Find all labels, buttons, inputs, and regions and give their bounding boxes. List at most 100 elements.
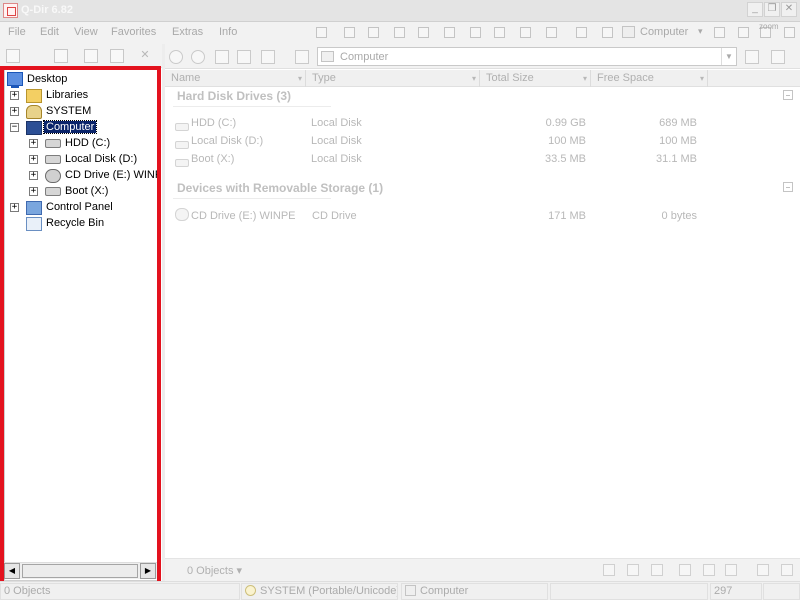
- status-location: Computer: [401, 583, 548, 600]
- menu-extras[interactable]: Extras: [172, 26, 203, 38]
- copy-icon[interactable]: [703, 564, 715, 576]
- column-name[interactable]: Name ▾: [165, 70, 306, 87]
- minimize-button[interactable]: _: [747, 2, 763, 17]
- restore-button[interactable]: ❐: [764, 2, 780, 17]
- desktop-icon: [7, 72, 23, 88]
- expand-icon[interactable]: +: [10, 203, 19, 212]
- pin-icon[interactable]: [6, 49, 20, 63]
- cd-drive-icon: [45, 169, 61, 183]
- up-folder-icon[interactable]: [215, 50, 229, 64]
- layout-icon[interactable]: [316, 27, 327, 38]
- tree-item-cd-drive-e[interactable]: + CD Drive (E:) WINPE: [7, 168, 157, 184]
- status-resize-grip[interactable]: [763, 583, 800, 600]
- tree-item-control-panel[interactable]: + Control Panel: [7, 200, 157, 216]
- chevron-down-icon: ▾: [698, 26, 703, 36]
- expand-icon[interactable]: +: [29, 139, 38, 148]
- tree-horizontal-scrollbar[interactable]: ◀ ▶: [4, 562, 158, 579]
- control-panel-icon: [26, 201, 42, 215]
- tree-item-recycle-bin[interactable]: Recycle Bin: [7, 216, 157, 232]
- file-list[interactable]: Name ▾ Type ▾ Total Size ▾ Free Space ▾ Hard…: [165, 70, 800, 558]
- tree-item-computer[interactable]: − Computer: [7, 120, 157, 136]
- pane-11-icon[interactable]: [602, 27, 613, 38]
- row-total-size: 171 MB: [548, 210, 586, 222]
- grid-icon[interactable]: [54, 49, 68, 63]
- pane-3-icon[interactable]: [394, 27, 405, 38]
- tree-item-boot-x[interactable]: + Boot (X:): [7, 184, 157, 200]
- close-button[interactable]: ✕: [781, 2, 797, 17]
- row-total-size: 0.99 GB: [545, 117, 586, 129]
- new-file-icon[interactable]: [745, 50, 759, 64]
- menu-favorites[interactable]: Favorites: [111, 26, 156, 38]
- tree-item-hdd-c[interactable]: + HDD (C:): [7, 136, 157, 152]
- sort-icon: ▾: [297, 74, 302, 83]
- tree-item-label: Desktop: [27, 73, 68, 85]
- menu-info[interactable]: Info: [219, 26, 237, 38]
- document-icon[interactable]: [84, 49, 98, 63]
- group-divider: [173, 198, 331, 199]
- view-mode-icon[interactable]: [261, 50, 275, 64]
- refresh-icon[interactable]: [295, 50, 309, 64]
- pane-5-icon[interactable]: [444, 27, 455, 38]
- scrollbar-thumb[interactable]: [22, 564, 138, 578]
- group-header[interactable]: Hard Disk Drives (3): [177, 89, 291, 103]
- group-header[interactable]: Devices with Removable Storage (1): [177, 181, 383, 195]
- settings-icon[interactable]: [784, 27, 795, 38]
- collapse-icon[interactable]: −: [10, 123, 19, 132]
- objects-icon: [169, 564, 181, 576]
- pane-10-icon[interactable]: [576, 27, 587, 38]
- tree-item-local-disk-d[interactable]: + Local Disk (D:): [7, 152, 157, 168]
- edit-icon[interactable]: [757, 564, 769, 576]
- print-icon[interactable]: [714, 27, 725, 38]
- flash-icon[interactable]: [603, 564, 615, 576]
- expand-icon[interactable]: +: [29, 187, 38, 196]
- tree-item-system[interactable]: + SYSTEM: [7, 104, 157, 120]
- chevron-down-icon: ▾: [699, 74, 704, 83]
- pane-1-icon[interactable]: [344, 27, 355, 38]
- new-icon[interactable]: [738, 27, 749, 38]
- tree-item-desktop[interactable]: Desktop: [7, 72, 157, 88]
- folder-tree[interactable]: Desktop + Libraries + SYSTEM − Computer …: [4, 68, 158, 581]
- window-title: Q-Dir 6.82: [21, 4, 73, 16]
- row-type: Local Disk: [311, 135, 362, 147]
- expand-icon[interactable]: +: [10, 107, 19, 116]
- row-name: HDD (C:): [191, 117, 237, 129]
- chevron-down-icon[interactable]: ▼: [721, 48, 736, 65]
- object-count[interactable]: 0 Objects ▾: [187, 564, 242, 577]
- expand-icon[interactable]: +: [10, 91, 19, 100]
- user-folder-icon: [26, 105, 42, 119]
- tree-item-label: CD Drive (E:) WINPE: [65, 169, 157, 181]
- options-icon[interactable]: [771, 50, 785, 64]
- pane-4-icon[interactable]: [418, 27, 429, 38]
- column-type[interactable]: Type ▾: [306, 70, 480, 87]
- scroll-left-icon[interactable]: ◀: [4, 563, 20, 579]
- row-free-space: 689 MB: [659, 117, 697, 129]
- menu-view[interactable]: View: [74, 26, 98, 38]
- drive-icon[interactable]: [237, 50, 251, 64]
- paste-icon[interactable]: [725, 564, 737, 576]
- pane-6-icon[interactable]: [470, 27, 481, 38]
- menu-file[interactable]: File: [8, 26, 26, 38]
- pane-8-icon[interactable]: [520, 27, 531, 38]
- pane-7-icon[interactable]: [494, 27, 505, 38]
- cut-icon[interactable]: [679, 564, 691, 576]
- tree-item-libraries[interactable]: + Libraries: [7, 88, 157, 104]
- scroll-right-icon[interactable]: ▶: [140, 563, 156, 579]
- back-icon[interactable]: [169, 50, 183, 64]
- address-bar[interactable]: Computer ▼: [317, 47, 737, 66]
- column-free-space[interactable]: Free Space ▾: [591, 70, 708, 87]
- column-label: Total Size: [486, 72, 534, 84]
- collapse-group-icon[interactable]: [783, 182, 793, 192]
- pane-2-icon[interactable]: [368, 27, 379, 38]
- expand-icon[interactable]: +: [29, 171, 38, 180]
- properties-icon[interactable]: [781, 564, 793, 576]
- close-icon[interactable]: ✕: [138, 49, 152, 63]
- search-icon[interactable]: [110, 49, 124, 63]
- menu-edit[interactable]: Edit: [40, 26, 59, 38]
- delete-icon[interactable]: [651, 564, 663, 576]
- expand-icon[interactable]: +: [29, 155, 38, 164]
- drive-icon[interactable]: [627, 564, 639, 576]
- forward-icon[interactable]: [191, 50, 205, 64]
- pane-9-icon[interactable]: [546, 27, 557, 38]
- collapse-group-icon[interactable]: [783, 90, 793, 100]
- column-total-size[interactable]: Total Size ▾: [480, 70, 591, 87]
